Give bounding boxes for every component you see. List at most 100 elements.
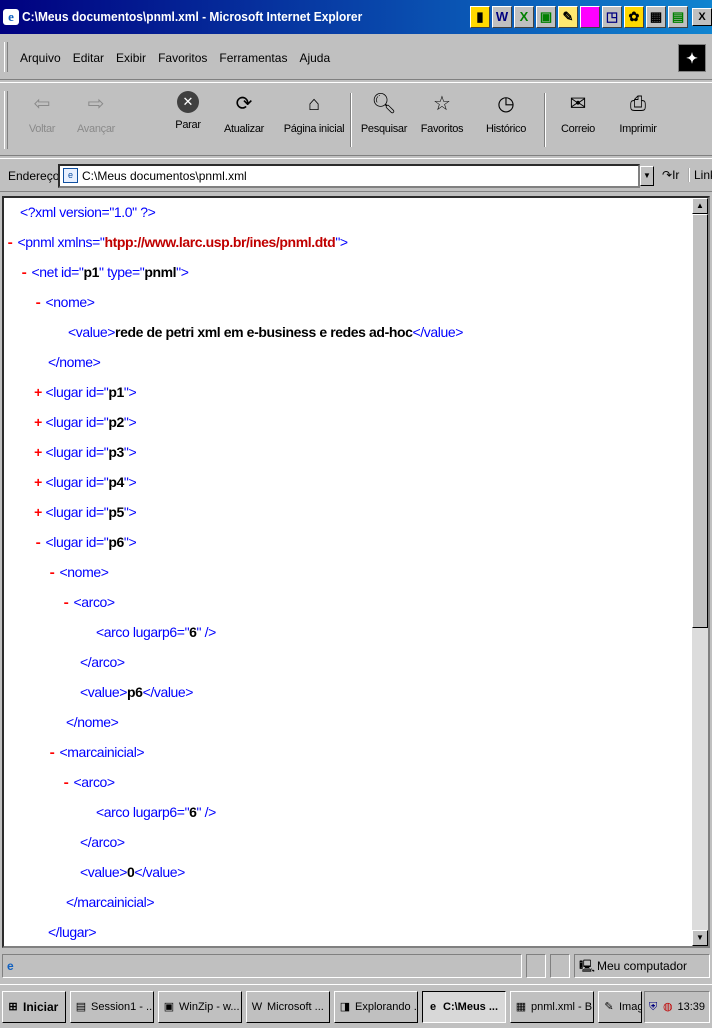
collapse-toggle[interactable]: - [6, 236, 14, 252]
paint-icon: ✎ [604, 1001, 614, 1013]
xml-line-net: - <net id="p1" type="pnml"> [20, 264, 189, 282]
expand-toggle[interactable]: + [34, 446, 42, 462]
word-icon[interactable]: W [492, 6, 512, 28]
title-bar[interactable]: e C:\Meus documentos\pnml.xml - Microsof… [0, 0, 712, 34]
xml-tag: <arco> [73, 594, 116, 610]
stop-button[interactable]: ✕ Parar [160, 89, 216, 149]
tray-icon-8[interactable]: ✿ [624, 6, 644, 28]
collapse-toggle[interactable]: - [34, 296, 42, 312]
xml-tag: "> [123, 414, 137, 430]
taskbar-button[interactable]: ◨ Explorando ... [334, 991, 418, 1023]
back-button[interactable]: ⇦ Voltar [14, 89, 70, 149]
xml-tag: "> [123, 504, 137, 520]
xml-tag: </value> [142, 684, 194, 700]
expand-toggle[interactable]: + [34, 476, 42, 492]
tray-app-icon[interactable]: ◍ [663, 992, 673, 1022]
home-label: Página inicial [283, 123, 345, 135]
collapse-toggle[interactable]: - [34, 536, 42, 552]
xml-tag: </arco> [80, 654, 125, 670]
taskbar-button[interactable]: ▤ Session1 - ... [70, 991, 154, 1023]
xml-tag: "> [123, 474, 137, 490]
refresh-button[interactable]: ⟳ Atualizar [216, 89, 272, 149]
expand-toggle[interactable]: + [34, 506, 42, 522]
forward-button[interactable]: ⇨ Avançar [68, 89, 124, 149]
windows-logo-icon: ✦ [678, 44, 706, 72]
xml-tag: <value> [80, 864, 128, 880]
xml-line-nome-close: </nome> [66, 714, 119, 730]
expand-toggle[interactable]: + [34, 416, 42, 432]
ie-status-icon: e [7, 959, 14, 973]
home-button[interactable]: ⌂ Página inicial [282, 89, 346, 149]
go-button[interactable]: ↷Ir [662, 168, 679, 182]
taskbar-button[interactable]: ✎ Imagem - P... [598, 991, 642, 1023]
xml-tag: </nome> [66, 714, 119, 730]
forward-label: Avançar [76, 123, 116, 135]
collapse-toggle[interactable]: - [48, 746, 56, 762]
tray-icon-4[interactable]: ▣ [536, 6, 556, 28]
xml-line-value: <value>p6</value> [80, 684, 193, 700]
xml-line-arco: - <arco> [62, 774, 115, 792]
taskbar-button[interactable]: W Microsoft ... [246, 991, 330, 1023]
page-icon: e [63, 168, 78, 183]
xml-line-nome: - <nome> [34, 294, 95, 312]
task-label: Session1 - ... [91, 1001, 154, 1013]
collapse-toggle[interactable]: - [48, 566, 56, 582]
xml-tag: "> [123, 534, 137, 550]
tray-icon-9[interactable]: ▦ [646, 6, 666, 28]
address-input[interactable]: e C:\Meus documentos\pnml.xml [58, 164, 640, 188]
address-dropdown-button[interactable]: ▼ [640, 166, 654, 186]
collapse-toggle[interactable]: - [20, 266, 28, 282]
vertical-scrollbar[interactable]: ▲ ▼ [692, 198, 708, 946]
menu-arquivo[interactable]: Arquivo [20, 51, 61, 65]
links-button[interactable]: Links » [688, 168, 712, 182]
xml-tag: <lugar id=" [45, 504, 109, 520]
collapse-toggle[interactable]: - [62, 596, 70, 612]
browser-window: e C:\Meus documentos\pnml.xml - Microsof… [0, 0, 712, 1028]
xml-line-arco-close: </arco> [80, 834, 125, 850]
scroll-thumb[interactable] [692, 214, 708, 628]
clock[interactable]: 13:39 [677, 1001, 705, 1013]
xml-tag: </value> [412, 324, 464, 340]
xml-attr-value: p1 [83, 264, 100, 280]
xml-tag: <arco> [73, 774, 116, 790]
task-label: Imagem - P... [619, 1001, 641, 1013]
xml-tag: <nome> [45, 294, 95, 310]
scroll-down-button[interactable]: ▼ [692, 930, 708, 946]
toolbar-grip[interactable] [4, 91, 8, 149]
mail-label: Correio [561, 123, 595, 135]
ie-icon: e [429, 1001, 437, 1013]
status-bar: e 🖳︎ Meu computador [0, 952, 712, 982]
start-button[interactable]: ⊞ Iniciar [2, 991, 66, 1023]
close-button[interactable]: X [692, 8, 712, 26]
expand-toggle[interactable]: + [34, 386, 42, 402]
tray-shield-icon[interactable]: ⛨ [649, 992, 657, 1022]
menu-editar[interactable]: Editar [73, 51, 104, 65]
print-button[interactable]: ⎙ Imprimir [610, 89, 666, 149]
windows-flag-icon: ⊞ [8, 1001, 18, 1013]
menu-favoritos[interactable]: Favoritos [158, 51, 207, 65]
taskbar-button[interactable]: ▣ WinZip - w... [158, 991, 242, 1023]
back-label: Voltar [28, 123, 56, 135]
excel-icon[interactable]: X [514, 6, 534, 28]
mail-button[interactable]: ✉ Correio [550, 89, 606, 149]
tray-icon-10[interactable]: ▤ [668, 6, 688, 28]
menu-exibir[interactable]: Exibir [116, 51, 146, 65]
search-button[interactable]: 🔍︎ Pesquisar [356, 89, 412, 149]
xml-tag: <arco lugarp6=" [96, 804, 190, 820]
favorites-label: Favoritos [420, 123, 464, 135]
task-label: WinZip - w... [179, 1001, 240, 1013]
history-button[interactable]: ◷ Histórico [478, 89, 534, 149]
menu-ajuda[interactable]: Ajuda [299, 51, 330, 65]
search-tray-icon[interactable]: ◳ [602, 6, 622, 28]
tray-icon-6[interactable] [580, 6, 600, 28]
menu-grip[interactable] [4, 42, 8, 72]
scroll-up-button[interactable]: ▲ [692, 198, 708, 214]
collapse-toggle[interactable]: - [62, 776, 70, 792]
tray-icon-5[interactable]: ✎ [558, 6, 578, 28]
xml-line-nome-close: </nome> [48, 354, 101, 370]
favorites-button[interactable]: ☆ Favoritos [414, 89, 470, 149]
menu-ferramentas[interactable]: Ferramentas [219, 51, 287, 65]
taskbar-button-active[interactable]: e C:\Meus ... [422, 991, 506, 1023]
taskbar-button[interactable]: ▦ pnml.xml - B... [510, 991, 594, 1023]
tray-icon-1[interactable]: ▮ [470, 6, 490, 28]
